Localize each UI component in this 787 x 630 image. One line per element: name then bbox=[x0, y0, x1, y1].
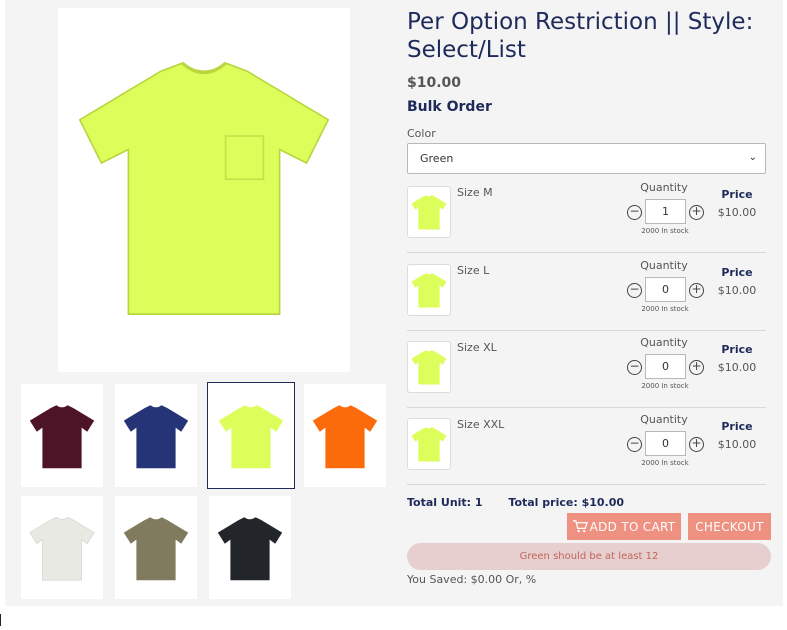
quantity-input[interactable] bbox=[645, 431, 686, 456]
thumbnail-military-green[interactable] bbox=[115, 496, 197, 599]
variant-size: Size M bbox=[457, 186, 493, 199]
stock-text: 2000 In stock bbox=[641, 227, 689, 235]
chevron-down-icon: ⌄ bbox=[748, 152, 757, 163]
main-product-image bbox=[58, 8, 350, 372]
totals-bar: Total Unit: 1 Total price: $10.00 bbox=[407, 496, 646, 509]
minus-circle-icon[interactable]: − bbox=[627, 283, 642, 298]
tshirt-thumb-image bbox=[312, 404, 378, 468]
variant-thumbnail bbox=[407, 341, 451, 393]
minus-circle-icon[interactable]: − bbox=[627, 360, 642, 375]
thumbnail-black[interactable] bbox=[209, 496, 291, 599]
thumbnail-orange[interactable] bbox=[304, 384, 386, 487]
restriction-alert: Green should be at least 12 bbox=[407, 543, 771, 570]
thumbnail-white[interactable] bbox=[21, 496, 103, 599]
variant-row: Size L Quantity − + 2000 In stock Price … bbox=[407, 257, 766, 331]
product-price: $10.00 bbox=[407, 75, 462, 91]
tshirt-image bbox=[78, 61, 330, 316]
tshirt-thumb-image bbox=[411, 427, 447, 462]
alert-text: Green should be at least 12 bbox=[519, 551, 659, 562]
variant-row: Size M Quantity − + 2000 In stock Price … bbox=[407, 179, 766, 253]
quantity-label: Quantity bbox=[640, 336, 688, 349]
thumbnail-maroon[interactable] bbox=[21, 384, 103, 487]
thumbnail-safety-green[interactable] bbox=[207, 382, 295, 489]
variant-size: Size XXL bbox=[457, 418, 505, 431]
tshirt-thumb-image bbox=[123, 404, 189, 468]
variant-thumbnail bbox=[407, 264, 451, 316]
minus-circle-icon[interactable]: − bbox=[627, 437, 642, 452]
price-label: Price bbox=[721, 266, 753, 279]
bulk-order-heading: Bulk Order bbox=[407, 99, 492, 115]
product-title: Per Option Restriction || Style: Select/… bbox=[407, 9, 754, 63]
tshirt-thumb-image bbox=[29, 516, 95, 580]
variant-price: $10.00 bbox=[717, 361, 757, 374]
tshirt-thumb-image bbox=[218, 404, 284, 468]
plus-circle-icon[interactable]: + bbox=[689, 205, 704, 220]
total-unit: Total Unit: 1 bbox=[407, 496, 483, 509]
variant-row: Size XXL Quantity − + 2000 In stock Pric… bbox=[407, 411, 766, 485]
variant-price: $10.00 bbox=[717, 284, 757, 297]
quantity-label: Quantity bbox=[640, 259, 688, 272]
variant-size: Size XL bbox=[457, 341, 497, 354]
tshirt-thumb-image bbox=[123, 516, 189, 580]
add-to-cart-label: ADD TO CART bbox=[589, 519, 676, 534]
variant-price: $10.00 bbox=[717, 438, 757, 451]
tshirt-thumb-image bbox=[29, 404, 95, 468]
stock-text: 2000 In stock bbox=[641, 305, 689, 313]
price-label: Price bbox=[721, 420, 753, 433]
price-label: Price bbox=[721, 343, 753, 356]
quantity-label: Quantity bbox=[640, 181, 688, 194]
variant-thumbnail bbox=[407, 418, 451, 470]
plus-circle-icon[interactable]: + bbox=[689, 360, 704, 375]
tshirt-thumb-image bbox=[411, 195, 447, 230]
text-cursor bbox=[0, 614, 1, 626]
plus-circle-icon[interactable]: + bbox=[689, 283, 704, 298]
color-select[interactable]: Green ⌄ bbox=[407, 143, 766, 174]
quantity-input[interactable] bbox=[645, 277, 686, 302]
variant-row: Size XL Quantity − + 2000 In stock Price… bbox=[407, 334, 766, 408]
quantity-label: Quantity bbox=[640, 413, 688, 426]
quantity-input[interactable] bbox=[645, 354, 686, 379]
checkout-label: CHECKOUT bbox=[695, 519, 764, 534]
variant-size: Size L bbox=[457, 264, 490, 277]
stock-text: 2000 In stock bbox=[641, 459, 689, 467]
color-label: Color bbox=[407, 127, 436, 140]
plus-circle-icon[interactable]: + bbox=[689, 437, 704, 452]
tshirt-thumb-image bbox=[411, 273, 447, 308]
quantity-input[interactable] bbox=[645, 199, 686, 224]
stock-text: 2000 In stock bbox=[641, 382, 689, 390]
minus-circle-icon[interactable]: − bbox=[627, 205, 642, 220]
price-label: Price bbox=[721, 188, 753, 201]
checkout-button[interactable]: CHECKOUT bbox=[688, 513, 771, 540]
tshirt-thumb-image bbox=[217, 516, 283, 580]
cart-icon bbox=[572, 520, 588, 533]
variant-thumbnail bbox=[407, 186, 451, 238]
saved-text: You Saved: $0.00 Or, % bbox=[407, 573, 537, 586]
add-to-cart-button[interactable]: ADD TO CART bbox=[567, 513, 681, 540]
total-price: Total price: $10.00 bbox=[508, 496, 625, 509]
tshirt-thumb-image bbox=[411, 350, 447, 385]
thumbnail-navy[interactable] bbox=[115, 384, 197, 487]
color-select-value: Green bbox=[420, 152, 454, 165]
variant-price: $10.00 bbox=[717, 206, 757, 219]
